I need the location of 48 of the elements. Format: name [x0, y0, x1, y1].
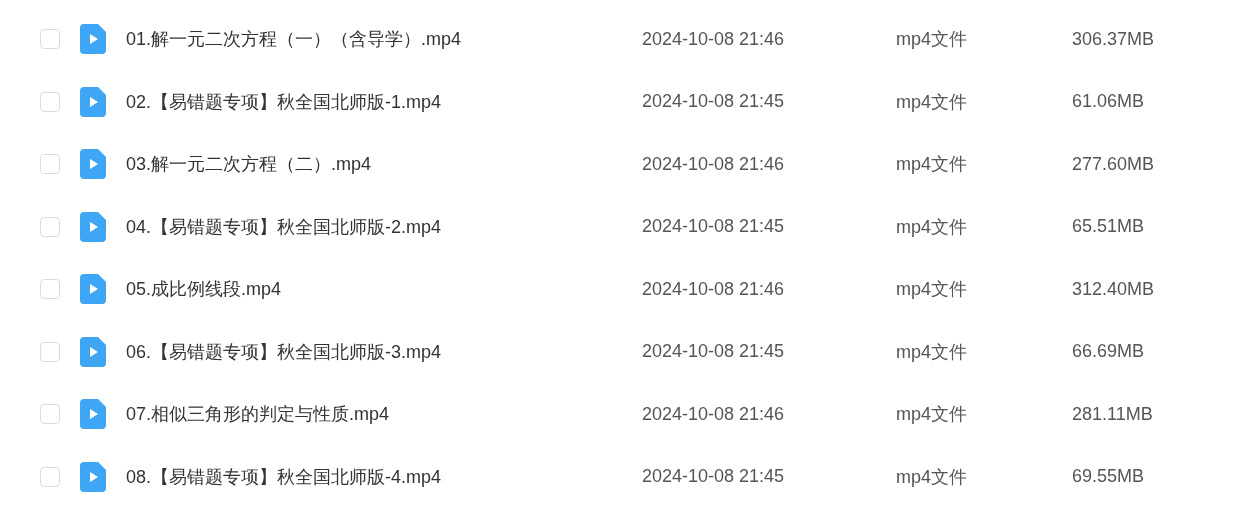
video-file-icon	[80, 274, 106, 305]
file-type: mp4文件	[896, 90, 968, 114]
file-type: mp4文件	[896, 28, 968, 52]
checkbox[interactable]	[40, 216, 60, 237]
file-type: mp4文件	[896, 215, 968, 239]
checkbox[interactable]	[40, 279, 60, 300]
modified-date: 2024-10-08 21:45	[642, 466, 786, 488]
modified-date: 2024-10-08 21:45	[642, 341, 786, 363]
checkbox[interactable]	[40, 404, 60, 425]
checkbox[interactable]	[40, 91, 60, 112]
file-name[interactable]: 03.解一元二次方程（二）.mp4	[126, 152, 622, 177]
modified-date: 2024-10-08 21:46	[642, 403, 786, 425]
file-name[interactable]: 08.【易错题专项】秋全国北师版-4.mp4	[126, 464, 622, 489]
modified-date: 2024-10-08 21:46	[642, 153, 786, 175]
file-type: mp4文件	[896, 153, 968, 177]
file-name[interactable]: 05.成比例线段.mp4	[126, 277, 622, 302]
modified-date: 2024-10-08 21:46	[642, 28, 786, 50]
checkbox[interactable]	[40, 29, 60, 50]
file-name[interactable]: 01.解一元二次方程（一）（含导学）.mp4	[126, 27, 622, 52]
file-size: 65.51MB	[1072, 216, 1146, 238]
file-name[interactable]: 02.【易错题专项】秋全国北师版-1.mp4	[126, 89, 622, 114]
file-size: 306.37MB	[1072, 28, 1156, 50]
file-size: 61.06MB	[1072, 91, 1146, 113]
file-name[interactable]: 07.相似三角形的判定与性质.mp4	[126, 402, 622, 427]
file-size: 66.69MB	[1072, 341, 1146, 363]
video-file-icon	[80, 149, 106, 180]
checkbox[interactable]	[40, 341, 60, 362]
modified-date: 2024-10-08 21:46	[642, 278, 786, 300]
modified-date: 2024-10-08 21:45	[642, 216, 786, 238]
checkbox[interactable]	[40, 466, 60, 487]
video-file-icon	[80, 461, 106, 492]
video-file-icon	[80, 211, 106, 242]
checkbox[interactable]	[40, 154, 60, 175]
video-file-icon	[80, 86, 106, 117]
video-file-icon	[80, 399, 106, 430]
modified-date: 2024-10-08 21:45	[642, 91, 786, 113]
file-type: mp4文件	[896, 465, 968, 489]
file-size: 69.55MB	[1072, 466, 1146, 488]
file-size: 281.11MB	[1072, 403, 1154, 425]
file-size: 312.40MB	[1072, 278, 1156, 300]
video-file-icon	[80, 336, 106, 367]
video-file-icon	[80, 24, 106, 55]
file-type: mp4文件	[896, 403, 968, 427]
file-name[interactable]: 06.【易错题专项】秋全国北师版-3.mp4	[126, 339, 622, 364]
file-size: 277.60MB	[1072, 153, 1156, 175]
file-type: mp4文件	[896, 340, 968, 364]
file-type: mp4文件	[896, 278, 968, 302]
file-name[interactable]: 04.【易错题专项】秋全国北师版-2.mp4	[126, 214, 622, 239]
